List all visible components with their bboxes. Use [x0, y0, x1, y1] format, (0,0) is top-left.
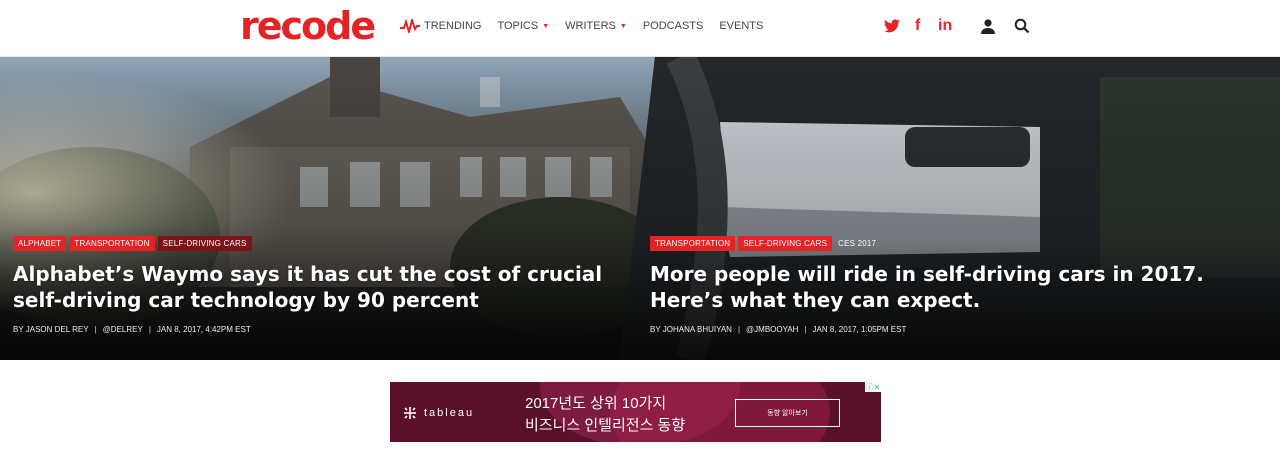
- ad-banner[interactable]: tableau 2017년도 상위 10가지 비즈니스 인텔리전스 동향 동향 …: [390, 382, 881, 442]
- story-2-byline: BY JOHANA BHUIYAN | @JMBOOYAH | JAN 8, 2…: [650, 325, 1266, 334]
- nav-podcasts-label: PODCASTS: [642, 20, 704, 32]
- tableau-wordmark: tableau: [424, 407, 475, 419]
- nav-podcasts[interactable]: PODCASTS: [643, 20, 704, 32]
- linkedin-icon: in: [938, 17, 953, 34]
- tag-self-driving-cars[interactable]: SELF-DRIVING CARS: [157, 236, 252, 251]
- recode-logo[interactable]: recode: [240, 2, 376, 50]
- story-1-content: ALPHABET TRANSPORTATION SELF-DRIVING CAR…: [0, 236, 655, 360]
- twitter-link[interactable]: [884, 16, 900, 36]
- main-nav: TRENDING TOPICS ▼ WRITERS ▼ PODCASTS EVE…: [400, 0, 779, 52]
- byline-separator: |: [804, 325, 807, 334]
- tag-self-driving-cars[interactable]: SELF-DRIVING CARS: [738, 236, 833, 251]
- nav-events[interactable]: EVENTS: [719, 20, 763, 32]
- adchoices-icon[interactable]: ⓘ✕: [865, 382, 881, 392]
- nav-writers[interactable]: WRITERS ▼: [565, 20, 627, 32]
- byline-separator: |: [737, 325, 741, 334]
- byline-separator: |: [148, 325, 151, 334]
- nav-topics[interactable]: TOPICS ▼: [497, 20, 549, 32]
- linkedin-link[interactable]: in: [938, 16, 952, 36]
- nav-events-label: EVENTS: [719, 20, 764, 32]
- facebook-link[interactable]: f: [915, 16, 920, 36]
- user-icon[interactable]: [980, 18, 996, 34]
- story-2-date: JAN 8, 2017, 1:05PM EST: [812, 325, 907, 334]
- search-icon[interactable]: [1014, 18, 1030, 34]
- story-1-date: JAN 8, 2017, 4:42PM EST: [156, 325, 251, 334]
- hero-section: ALPHABET TRANSPORTATION SELF-DRIVING CAR…: [0, 57, 1280, 360]
- chevron-down-icon: ▼: [619, 22, 627, 30]
- ad-headline-2: 비즈니스 인텔리전스 동향: [525, 417, 686, 434]
- chevron-down-icon: ▼: [542, 22, 550, 30]
- story-2-author[interactable]: BY JOHANA BHUIYAN: [650, 325, 732, 334]
- tableau-cross-icon: [404, 407, 416, 419]
- story-2-tags: TRANSPORTATION SELF-DRIVING CARS CES 201…: [650, 236, 1266, 251]
- site-header: recode TRENDING TOPICS ▼ WRITERS ▼ PODCA…: [0, 0, 1280, 57]
- byline-separator: |: [94, 325, 97, 334]
- tag-transportation[interactable]: TRANSPORTATION: [69, 236, 155, 251]
- trending-icon: [400, 19, 420, 33]
- facebook-icon: f: [915, 17, 921, 34]
- story-card-1[interactable]: ALPHABET TRANSPORTATION SELF-DRIVING CAR…: [0, 57, 655, 360]
- story-card-2[interactable]: TRANSPORTATION SELF-DRIVING CARS CES 201…: [620, 57, 1280, 360]
- nav-trending[interactable]: TRENDING: [400, 19, 481, 33]
- story-1-handle[interactable]: @DELREY: [103, 325, 143, 334]
- tableau-logo: tableau: [402, 405, 474, 421]
- story-1-headline[interactable]: Alphabet’s Waymo says it has cut the cos…: [13, 261, 613, 313]
- tag-alphabet[interactable]: ALPHABET: [13, 236, 67, 251]
- tag-ces-2017[interactable]: CES 2017: [835, 236, 881, 251]
- story-1-author[interactable]: BY JASON DEL REY: [13, 325, 89, 334]
- twitter-icon: [884, 19, 900, 33]
- nav-writers-label: WRITERS: [565, 20, 616, 32]
- tag-transportation[interactable]: TRANSPORTATION: [650, 236, 736, 251]
- story-2-handle[interactable]: @JMBOOYAH: [746, 325, 798, 334]
- story-1-tags: ALPHABET TRANSPORTATION SELF-DRIVING CAR…: [13, 236, 641, 251]
- nav-trending-label: TRENDING: [424, 20, 482, 32]
- story-1-byline: BY JASON DEL REY | @DELREY | JAN 8, 2017…: [13, 325, 641, 334]
- story-2-content: TRANSPORTATION SELF-DRIVING CARS CES 201…: [620, 236, 1280, 360]
- ad-headline-1: 2017년도 상위 10가지: [525, 395, 667, 412]
- story-2-headline[interactable]: More people will ride in self-driving ca…: [650, 261, 1265, 313]
- ad-cta-button[interactable]: 동향 알아보기: [735, 399, 840, 427]
- nav-topics-label: TOPICS: [497, 20, 539, 32]
